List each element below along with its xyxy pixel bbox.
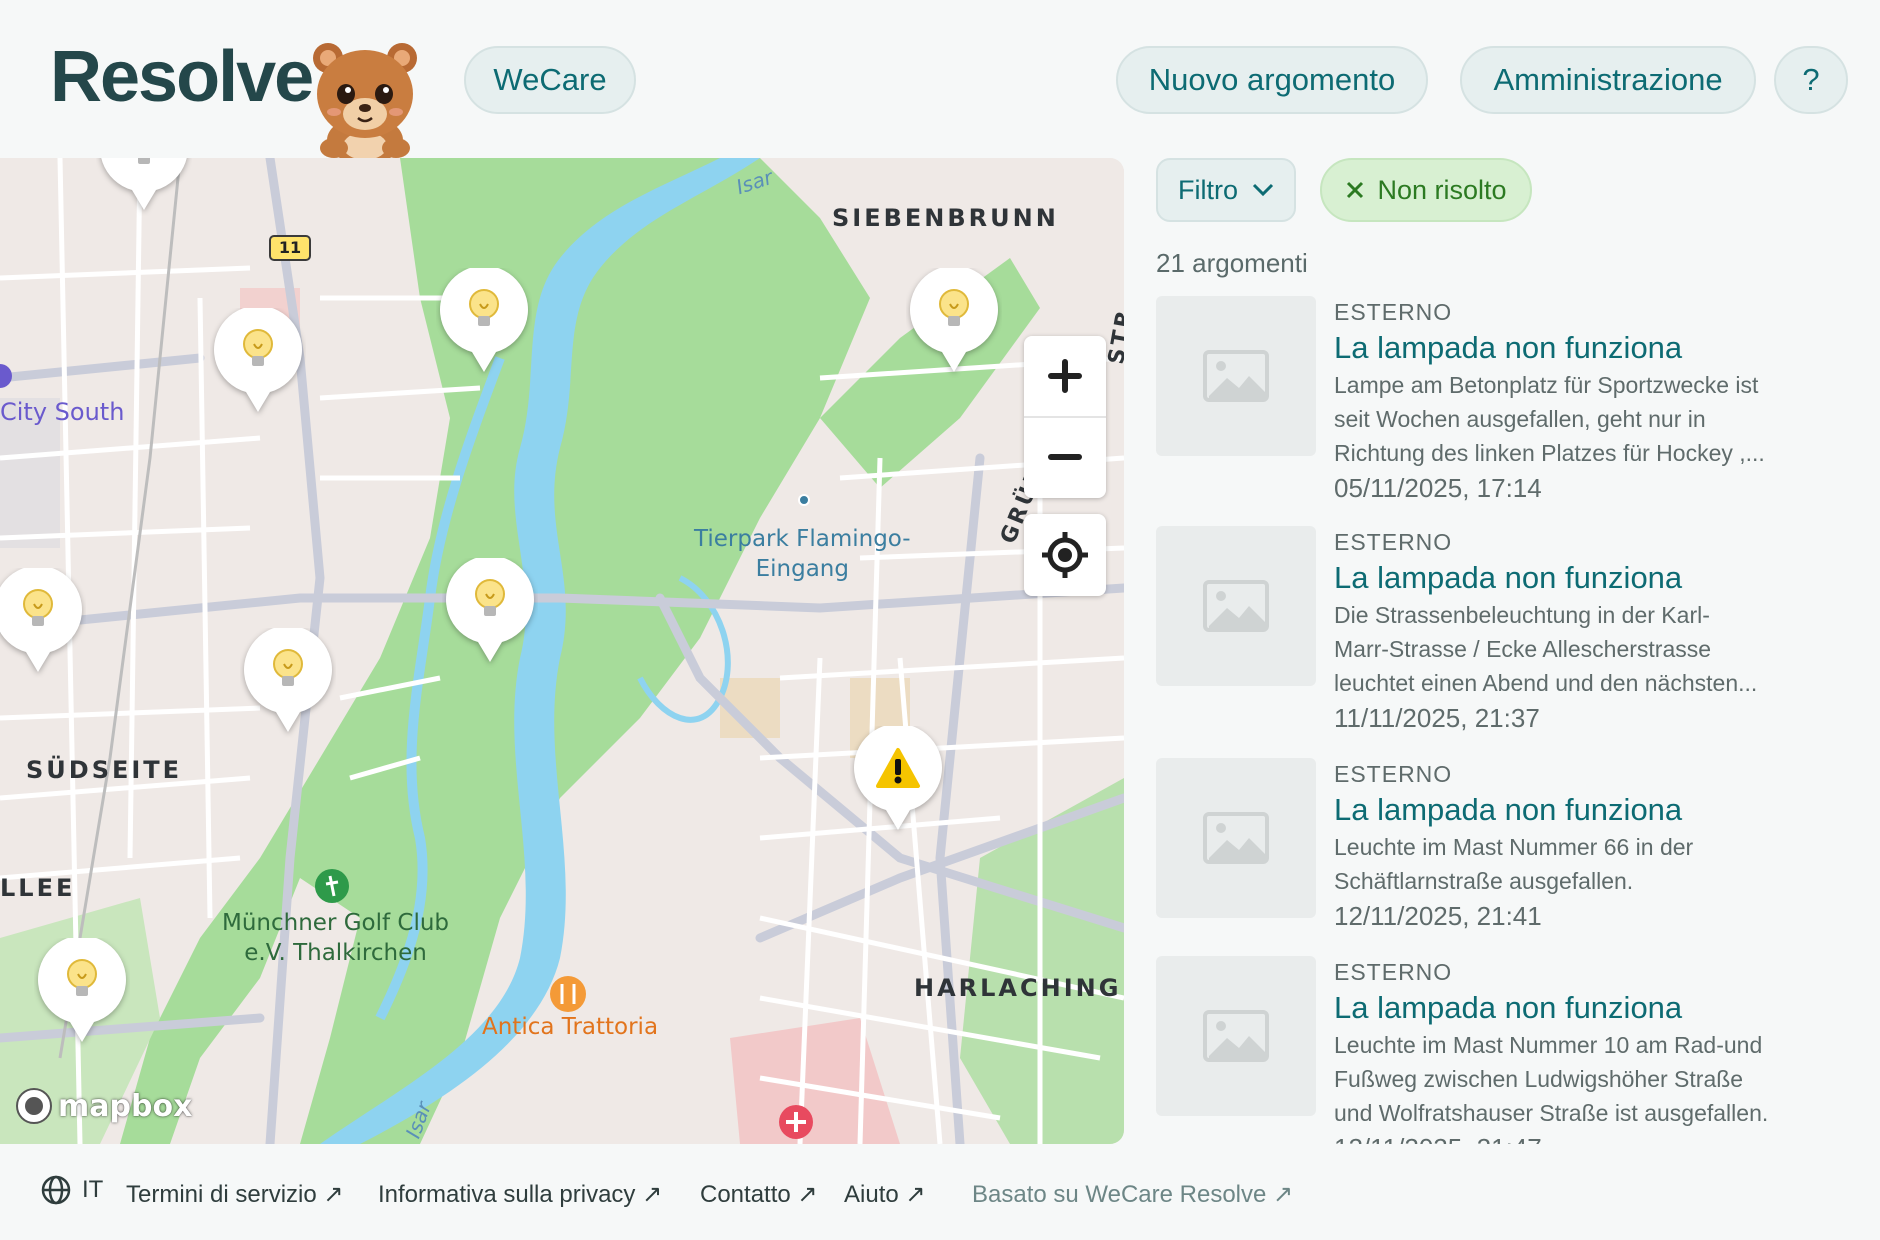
privacy-link[interactable]: Informativa sulla privacy ↗ [378,1180,662,1209]
bear-mascot-icon [313,43,417,160]
topic-count: 21 argomenti [1156,248,1308,278]
chevron-down-icon [1252,183,1274,197]
help-button[interactable]: ? [1774,46,1848,114]
topic-title[interactable]: La lampada non funziona [1334,328,1834,368]
lamp-marker[interactable] [96,158,192,216]
topic-text: ESTERNO La lampada non funziona Leuchte … [1334,956,1834,1144]
map-label-siebenbrunn: SIEBENBRUNN [832,204,1059,232]
filter-dropdown[interactable]: Filtro [1156,158,1296,222]
topic-date: 11/11/2025, 21:37 [1334,703,1540,733]
administration-button[interactable]: Amministrazione [1460,46,1756,114]
topic-thumbnail [1156,526,1316,686]
topic-title[interactable]: La lampada non funziona [1334,790,1834,830]
topic-description: Lampe am Betonplatz für Sportzwecke ist s… [1334,372,1765,466]
topic-title[interactable]: La lampada non funziona [1334,558,1834,598]
wecare-button[interactable]: WeCare [464,46,636,114]
topic-date: 05/11/2025, 17:14 [1334,473,1542,503]
map-label-golf-club: Münchner Golf Club e.V. Thalkirchen [222,910,450,966]
topic-date: 12/11/2025, 21:47 [1334,1130,1834,1144]
image-placeholder-icon [1203,350,1269,402]
language-selector[interactable]: IT [40,1174,103,1206]
terms-link[interactable]: Termini di servizio ↗ [126,1180,344,1209]
powered-by-link[interactable]: Basato su WeCare Resolve ↗ [972,1180,1293,1209]
mapbox-logo-icon [16,1088,52,1124]
topic-category: ESTERNO [1334,529,1453,555]
topic-category: ESTERNO [1334,761,1453,787]
status-filter-chip[interactable]: Non risolto [1320,158,1532,222]
lamp-marker[interactable] [34,938,130,1048]
topic-thumbnail [1156,956,1316,1116]
map-label-trattoria: Antica Trattoria [482,1014,659,1040]
footer: IT Termini di servizio ↗ Informativa sul… [0,1150,1880,1240]
new-topic-button[interactable]: Nuovo argomento [1116,46,1428,114]
contact-link[interactable]: Contatto ↗ [700,1180,818,1209]
road-number-badge: 11 [278,238,302,257]
image-placeholder-icon [1203,812,1269,864]
image-placeholder-icon [1203,1010,1269,1062]
map-label-allee: LLEE [0,874,76,902]
header: Resolve WeCare Nuovo argomento Amministr… [0,0,1880,160]
topic-text: ESTERNO La lampada non funziona Die Stra… [1334,526,1834,736]
app-logo-text[interactable]: Resolve [50,36,314,118]
map-label-harlaching: HARLACHING [914,974,1122,1002]
help-link[interactable]: Aiuto ↗ [844,1180,925,1209]
locate-me-button[interactable] [1024,514,1106,596]
zoom-control [1024,336,1106,498]
topic-thumbnail [1156,296,1316,456]
topic-date: 12/11/2025, 21:41 [1334,901,1542,931]
topic-text: ESTERNO La lampada non funziona Lampe am… [1334,296,1834,506]
lamp-marker[interactable] [436,268,532,378]
topic-description: Leuchte im Mast Nummer 66 in der Schäftla… [1334,834,1694,894]
topic-title[interactable]: La lampada non funziona [1334,988,1834,1028]
topic-description: Leuchte im Mast Nummer 10 am Rad-und Fußw… [1334,1032,1769,1126]
lamp-marker[interactable] [906,268,1002,378]
topic-description: Die Strassenbeleuchtung in der Karl- Marr… [1334,602,1758,696]
minus-icon [1048,454,1082,460]
topic-thumbnail [1156,758,1316,918]
crosshair-locate-icon [1042,532,1088,578]
plus-icon [1048,359,1082,393]
image-placeholder-icon [1203,580,1269,632]
topic-text: ESTERNO La lampada non funziona Leuchte … [1334,758,1834,934]
lamp-marker[interactable] [0,568,86,678]
map-view[interactable]: SIEBENBRUNN City South Tierpark Flamingo… [0,158,1124,1144]
topic-category: ESTERNO [1334,959,1453,985]
lamp-marker[interactable] [442,558,538,668]
zoom-in-button[interactable] [1024,336,1106,416]
globe-icon [41,1175,71,1205]
zoom-out-button[interactable] [1024,416,1106,496]
map-label-city-south: City South [0,398,125,426]
topic-category: ESTERNO [1334,299,1453,325]
topic-list-panel: Filtro Non risolto 21 argomenti ESTERNO … [1156,158,1880,1144]
mapbox-attribution[interactable]: mapbox [14,1086,192,1126]
close-icon[interactable] [1345,180,1365,200]
map-label-tierpark: Tierpark Flamingo- Eingang [694,526,911,582]
map-label-suedseite: SÜDSEITE [26,756,183,784]
warning-marker[interactable] [850,726,946,836]
lamp-marker[interactable] [240,628,336,738]
lamp-marker[interactable] [210,308,306,418]
